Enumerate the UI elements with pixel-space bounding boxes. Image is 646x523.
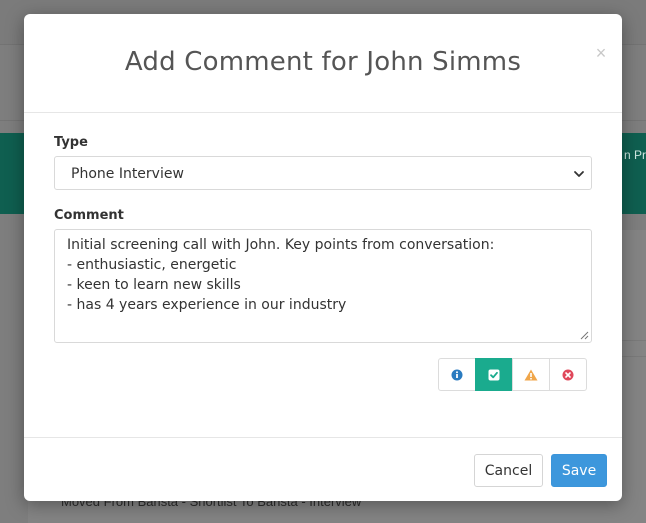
chevron-down-icon (574, 171, 584, 177)
error-icon (562, 369, 574, 380)
tone-success-button[interactable] (475, 358, 513, 391)
resize-grip-icon[interactable] (580, 331, 589, 340)
save-button[interactable]: Save (551, 454, 607, 487)
tone-warning-button[interactable] (512, 358, 550, 391)
comment-tone-group (438, 358, 587, 391)
type-label: Type (54, 135, 88, 150)
tone-error-button[interactable] (549, 358, 587, 391)
comment-line: Initial screening call with John. Key po… (67, 237, 495, 253)
cancel-button[interactable]: Cancel (474, 454, 543, 487)
info-icon (451, 369, 463, 380)
comment-textarea[interactable]: Initial screening call with John. Key po… (54, 229, 592, 343)
type-select[interactable]: Phone Interview (54, 156, 592, 190)
tone-info-button[interactable] (438, 358, 476, 391)
close-button[interactable]: × (590, 42, 612, 64)
type-select-value: Phone Interview (71, 166, 184, 182)
warning-icon (524, 369, 538, 380)
comment-line: - enthusiastic, energetic (67, 257, 237, 273)
modal-footer: Cancel Save (24, 437, 622, 501)
modal-body: Type Phone Interview Comment Initial scr… (24, 113, 622, 437)
comment-line: - keen to learn new skills (67, 277, 241, 293)
background-banner-text: n Pr (623, 148, 646, 162)
check-square-icon (488, 369, 500, 380)
modal-title: Add Comment for John Simms (124, 47, 522, 77)
comment-label: Comment (54, 208, 124, 223)
add-comment-modal: Add Comment for John Simms × Type Phone … (24, 14, 622, 501)
close-icon: × (595, 43, 607, 63)
comment-line: - has 4 years experience in our industry (67, 297, 347, 313)
modal-header: Add Comment for John Simms × (24, 14, 622, 113)
